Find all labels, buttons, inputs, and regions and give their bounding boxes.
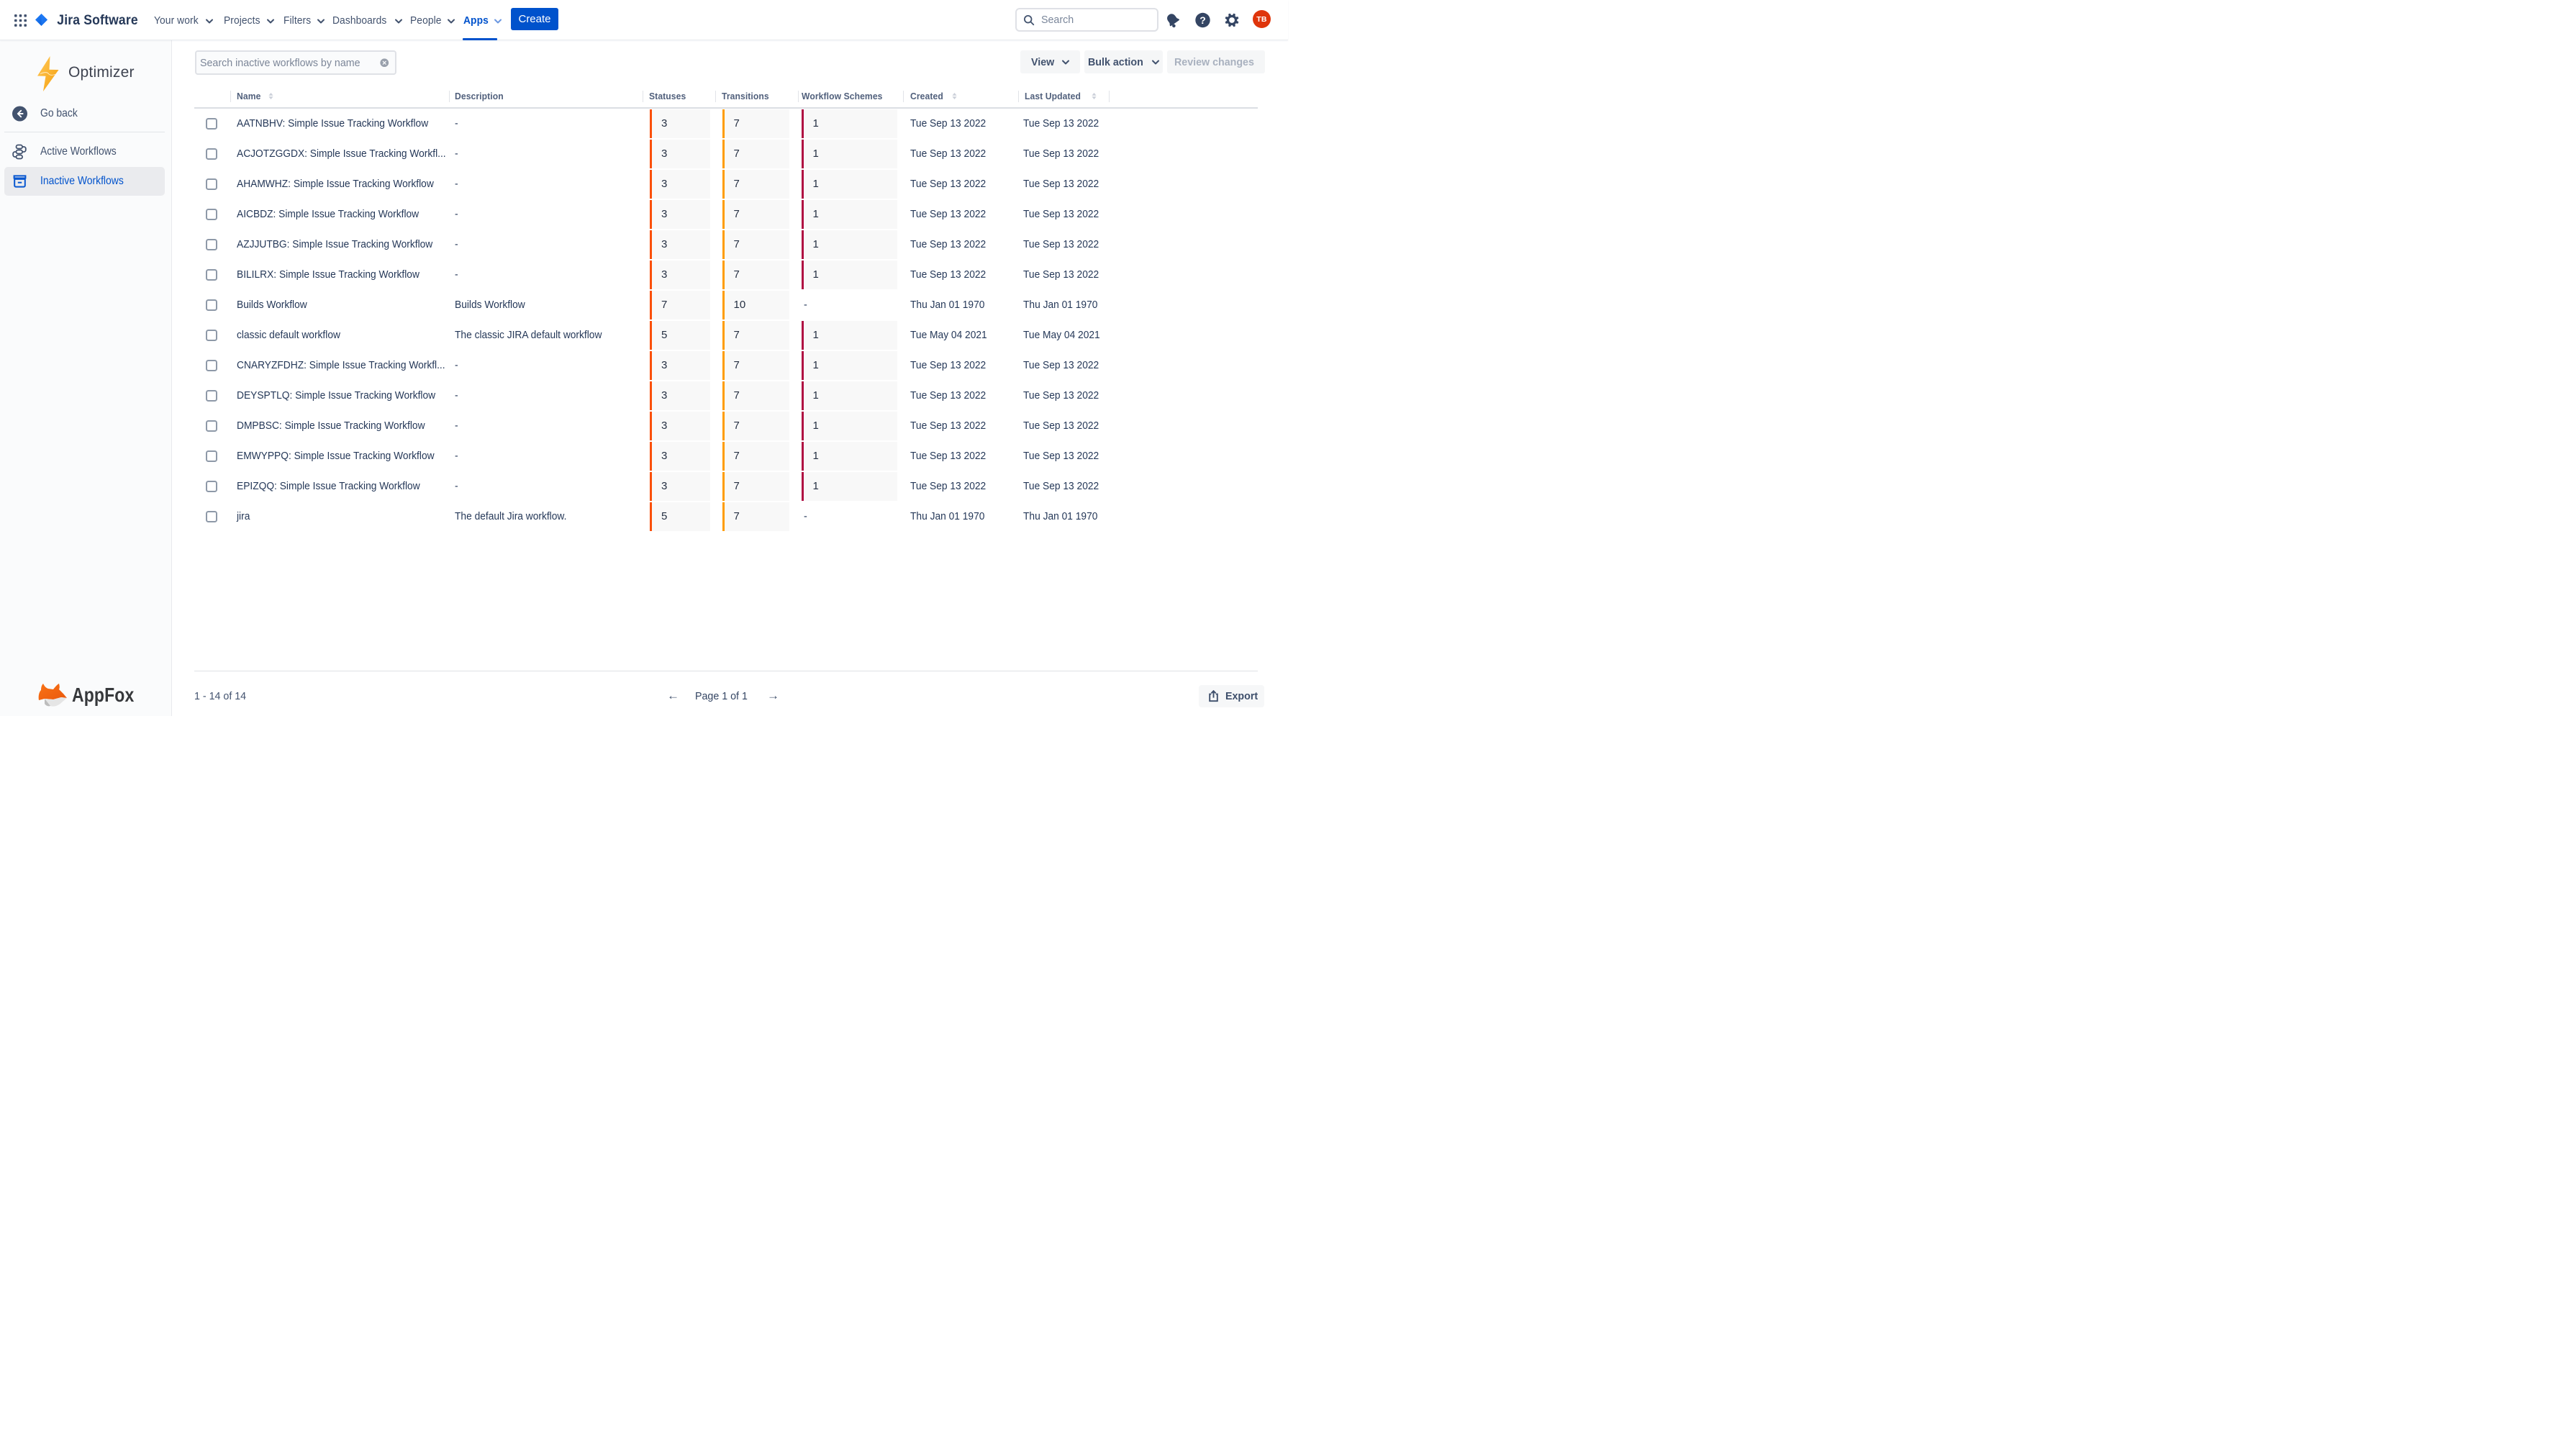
- svg-text:?: ?: [1199, 14, 1206, 26]
